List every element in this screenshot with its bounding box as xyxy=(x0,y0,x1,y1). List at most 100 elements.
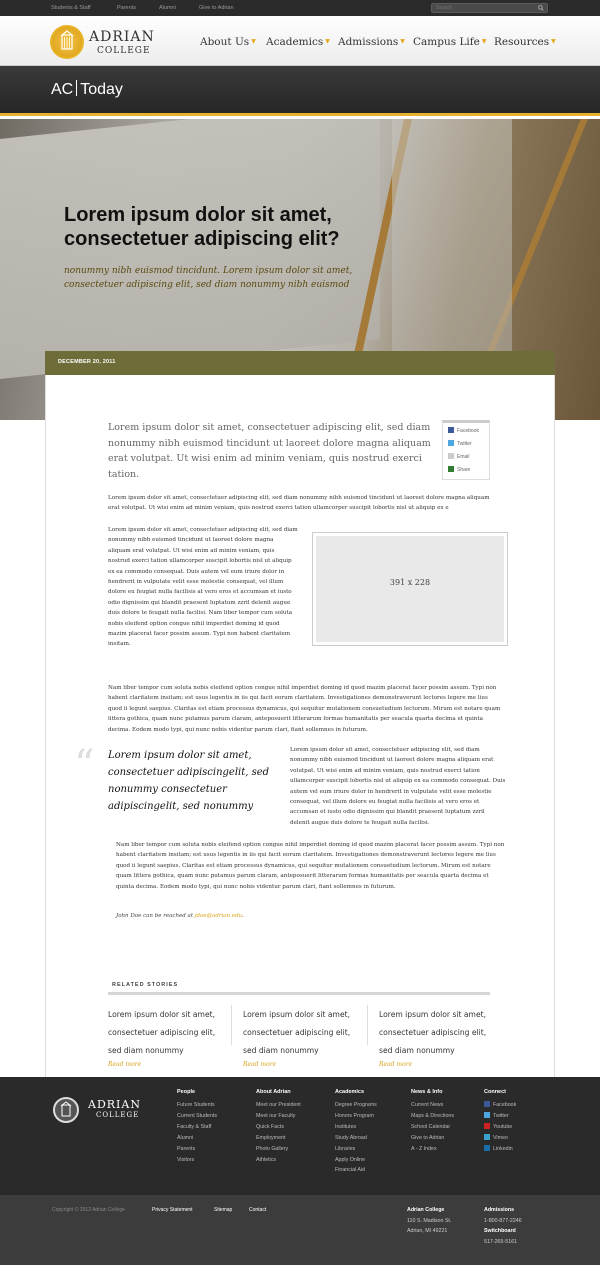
footer-link[interactable]: Meet our Faculty xyxy=(256,1111,301,1122)
footer-twitter-link[interactable]: Twitter xyxy=(484,1111,516,1122)
search-input[interactable] xyxy=(432,4,532,12)
related-story-title[interactable]: Lorem ipsum dolor sit amet, consectetuer… xyxy=(243,1010,350,1055)
nav-resources[interactable]: Resources ▼ xyxy=(494,36,556,48)
footer-heading: About Adrian xyxy=(256,1089,291,1095)
college-seal-icon xyxy=(50,25,84,59)
date-bar: DECEMBER 20, 2011 xyxy=(45,351,555,375)
footer-link-label: Facebook xyxy=(493,1102,517,1108)
chevron-down-icon: ▼ xyxy=(251,38,256,45)
article-paragraph: Lorem ipsum dolor sit amet, consectetuer… xyxy=(108,527,298,648)
footer-youtube-link[interactable]: Youtube xyxy=(484,1122,516,1133)
util-link-parents[interactable]: Parents xyxy=(117,5,136,11)
article-body: Lorem ipsum dolor sit amet, consectetuer… xyxy=(45,375,555,1077)
footer-bottom-bar: Copyright © 2012 Adrian College Privacy … xyxy=(0,1195,600,1265)
article-paragraph: Lorem ipsum dolor sit amet, consectetuer… xyxy=(108,495,490,512)
footer-link[interactable]: A - Z Index xyxy=(411,1144,454,1155)
nav-label: Resources xyxy=(494,36,550,48)
linkedin-icon xyxy=(484,1144,490,1151)
share-facebook[interactable]: Facebook xyxy=(448,427,479,434)
share-label: Twitter xyxy=(457,441,472,447)
footer-link[interactable]: Employment xyxy=(256,1133,301,1144)
contact-text: John Doe can be reached at xyxy=(116,913,195,919)
nav-about-us[interactable]: About Us ▼ xyxy=(200,36,256,48)
nav-admissions[interactable]: Admissions ▼ xyxy=(338,36,405,48)
address-line: Adrian, MI 49221 xyxy=(407,1228,448,1234)
admissions-phone: 1-800-877-2246 xyxy=(484,1217,522,1224)
footer-link[interactable]: Athletics xyxy=(256,1155,301,1166)
address-block: Adrian College 110 S. Madison St. Adrian… xyxy=(407,1205,451,1237)
footer-link[interactable]: School Calendar xyxy=(411,1122,454,1133)
share-email[interactable]: Email xyxy=(448,453,470,460)
nav-campus-life[interactable]: Campus Life ▼ xyxy=(413,36,487,48)
footer-link[interactable]: Honors Program xyxy=(335,1111,377,1122)
youtube-icon xyxy=(484,1122,490,1129)
footer-link-label: Linkedin xyxy=(493,1145,513,1152)
footer-link-label: Vimeo xyxy=(493,1134,508,1141)
author-email-link[interactable]: jdoe@adrian.edu xyxy=(195,913,242,919)
footer-link[interactable]: Institutes xyxy=(335,1122,377,1133)
share-twitter[interactable]: Twitter xyxy=(448,440,472,447)
footer-col-academics: Academics Degree Programs Honors Program… xyxy=(335,1089,377,1176)
email-icon xyxy=(448,453,454,459)
footer-link-label: Twitter xyxy=(493,1112,509,1119)
footer-link[interactable]: Visitors xyxy=(177,1155,217,1166)
related-story-title[interactable]: Lorem ipsum dolor sit amet, consectetuer… xyxy=(108,1010,215,1055)
footer-link[interactable]: Alumni xyxy=(177,1133,217,1144)
footer-wordmark: ADRIAN xyxy=(88,1098,141,1111)
footer-link[interactable]: Future Students xyxy=(177,1100,217,1111)
footer-link[interactable]: Parents xyxy=(177,1144,217,1155)
search-box xyxy=(431,3,548,13)
read-more-link[interactable]: Read more xyxy=(108,1061,228,1068)
footer-link[interactable]: Give to Adrian xyxy=(411,1133,454,1144)
facebook-icon xyxy=(484,1101,490,1107)
switchboard-heading: Switchboard xyxy=(484,1228,516,1234)
privacy-link[interactable]: Privacy Statement xyxy=(152,1207,193,1213)
footer-link[interactable]: Faculty & Staff xyxy=(177,1122,217,1133)
pull-quote: Lorem ipsum dolor sit amet, consectetuer… xyxy=(108,750,270,812)
site-footer: ADRIAN COLLEGE People Future Students Cu… xyxy=(0,1077,600,1195)
section-title-right: Today xyxy=(80,81,123,98)
copyright-text: Copyright © 2012 Adrian College xyxy=(52,1207,125,1213)
footer-link[interactable]: Maps & Directions xyxy=(411,1111,454,1122)
contact-text: . xyxy=(242,913,244,919)
read-more-link[interactable]: Read more xyxy=(243,1061,363,1068)
logo-subtitle: COLLEGE xyxy=(97,46,151,56)
article-headline: Lorem ipsum dolor sit amet, consectetuer… xyxy=(64,204,340,250)
util-link-alumni[interactable]: Alumni xyxy=(159,5,176,11)
share-share[interactable]: Share xyxy=(448,466,470,473)
nav-label: Campus Life xyxy=(413,36,480,48)
author-contact: John Doe can be reached at jdoe@adrian.e… xyxy=(116,913,244,919)
footer-facebook-link[interactable]: Facebook xyxy=(484,1100,516,1111)
footer-heading: Academics xyxy=(335,1089,365,1095)
util-link-students-staff[interactable]: Students & Staff xyxy=(51,5,91,11)
sitemap-link[interactable]: Sitemap xyxy=(214,1207,232,1213)
read-more-link[interactable]: Read more xyxy=(379,1061,499,1068)
footer-link[interactable]: Financial Aid xyxy=(335,1165,377,1176)
article-paragraph: Nam liber tempor cum soluta nobis eleife… xyxy=(116,842,505,890)
article-date: DECEMBER 20, 2011 xyxy=(58,359,116,365)
footer-link[interactable]: Libraries xyxy=(335,1144,377,1155)
address-heading: Adrian College xyxy=(407,1207,445,1213)
contact-link[interactable]: Contact xyxy=(249,1207,266,1213)
section-title: AC Today xyxy=(51,80,123,99)
footer-linkedin-link[interactable]: Linkedin xyxy=(484,1144,516,1155)
share-icon xyxy=(448,466,454,472)
college-seal-icon xyxy=(53,1097,79,1123)
article-paragraph: Lorem ipsum dolor sit amet, consectetuer… xyxy=(290,747,506,826)
facebook-icon xyxy=(448,427,454,433)
nav-academics[interactable]: Academics ▼ xyxy=(266,36,330,48)
footer-link[interactable]: Study Abroad xyxy=(335,1133,377,1144)
footer-link[interactable]: Photo Gallery xyxy=(256,1144,301,1155)
footer-link[interactable]: Meet our President xyxy=(256,1100,301,1111)
article-paragraph: Nam liber tempor cum soluta nobis eleife… xyxy=(108,685,501,733)
footer-link[interactable]: Degree Programs xyxy=(335,1100,377,1111)
util-link-give[interactable]: Give to Adrian xyxy=(199,5,234,11)
footer-link[interactable]: Current News xyxy=(411,1100,454,1111)
footer-link[interactable]: Apply Online xyxy=(335,1155,377,1166)
footer-link[interactable]: Quick Facts xyxy=(256,1122,301,1133)
image-placeholder-fill xyxy=(316,536,504,642)
footer-vimeo-link[interactable]: Vimeo xyxy=(484,1133,516,1144)
related-story-title[interactable]: Lorem ipsum dolor sit amet, consectetuer… xyxy=(379,1010,486,1055)
search-icon[interactable] xyxy=(538,5,544,11)
footer-link[interactable]: Current Students xyxy=(177,1111,217,1122)
